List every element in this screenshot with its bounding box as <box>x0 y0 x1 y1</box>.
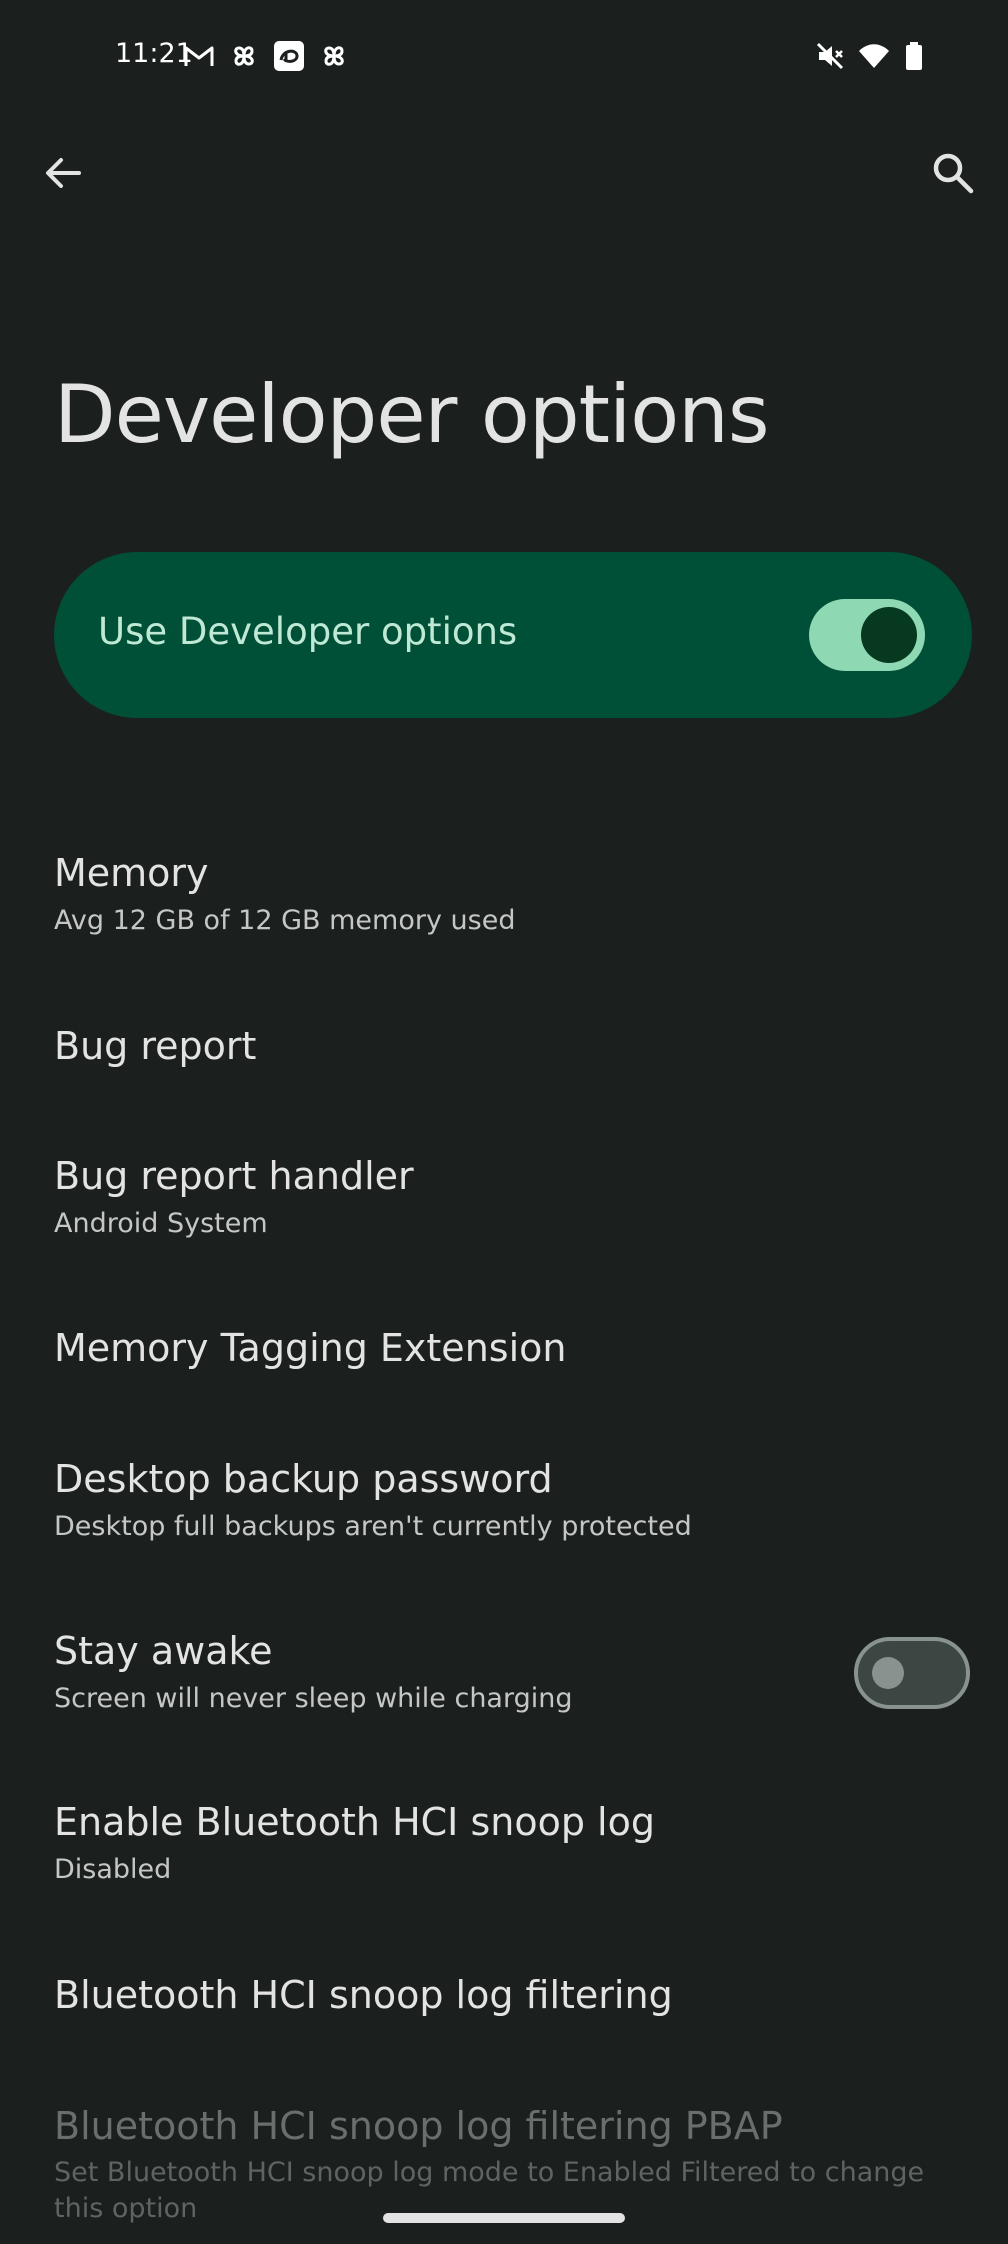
pref-summary: Desktop full backups aren't currently pr… <box>54 1511 692 1542</box>
arrow-back-icon <box>46 158 81 188</box>
page-title: Developer options <box>54 368 770 461</box>
gmail-icon <box>184 46 214 66</box>
pref-memory-tagging-extension[interactable]: Memory Tagging Extension <box>54 1325 974 1371</box>
status-time: 11:21 <box>115 38 193 69</box>
pref-summary: Disabled <box>54 1854 172 1885</box>
pref-title: Bug report <box>54 1024 257 1068</box>
pref-title: Memory <box>54 851 209 895</box>
toggle-knob <box>872 1657 904 1689</box>
toggle-knob <box>861 607 917 663</box>
wifi-icon <box>859 44 889 68</box>
pref-title: Desktop backup password <box>54 1457 553 1501</box>
stay-awake-toggle[interactable] <box>854 1637 970 1709</box>
pref-desktop-backup-password[interactable]: Desktop backup password Desktop full bac… <box>54 1456 974 1544</box>
pinwheel-icon <box>234 46 254 66</box>
pref-title: Bluetooth HCI snoop log filtering <box>54 1973 673 2017</box>
pref-bug-report[interactable]: Bug report <box>54 1023 974 1069</box>
pref-stay-awake[interactable]: Stay awake Screen will never sleep while… <box>54 1628 974 1716</box>
pref-title: Bluetooth HCI snoop log filtering PBAP <box>54 2104 783 2148</box>
main-switch-toggle[interactable] <box>809 599 925 671</box>
status-bar: 11:21 <box>0 0 1008 116</box>
mute-icon <box>816 42 844 70</box>
search-button[interactable] <box>920 140 986 206</box>
main-switch-label: Use Developer options <box>98 610 518 653</box>
pref-title: Bug report handler <box>54 1154 414 1198</box>
search-icon <box>933 153 974 194</box>
back-button[interactable] <box>30 140 96 206</box>
pinwheel-icon <box>324 46 344 66</box>
pref-summary: Android System <box>54 1208 268 1239</box>
use-developer-options-switch-bar[interactable]: Use Developer options <box>54 552 972 718</box>
pref-title: Enable Bluetooth HCI snoop log <box>54 1800 655 1844</box>
pref-bluetooth-hci-snoop-log-filtering[interactable]: Bluetooth HCI snoop log filtering <box>54 1972 974 2018</box>
pref-memory[interactable]: Memory Avg 12 GB of 12 GB memory used <box>54 850 974 938</box>
pref-title: Stay awake <box>54 1629 273 1673</box>
battery-icon <box>906 42 922 70</box>
pref-summary: Screen will never sleep while charging <box>54 1683 573 1714</box>
pref-bluetooth-hci-snoop-log-filtering-pbap: Bluetooth HCI snoop log filtering PBAP S… <box>54 2103 974 2227</box>
pref-summary: Avg 12 GB of 12 GB memory used <box>54 905 516 936</box>
disney-plus-icon <box>274 41 304 71</box>
gesture-navigation-handle[interactable] <box>383 2213 625 2223</box>
pref-bug-report-handler[interactable]: Bug report handler Android System <box>54 1153 974 1241</box>
pref-title: Memory Tagging Extension <box>54 1326 567 1370</box>
pref-enable-bluetooth-hci-snoop-log[interactable]: Enable Bluetooth HCI snoop log Disabled <box>54 1799 974 1887</box>
